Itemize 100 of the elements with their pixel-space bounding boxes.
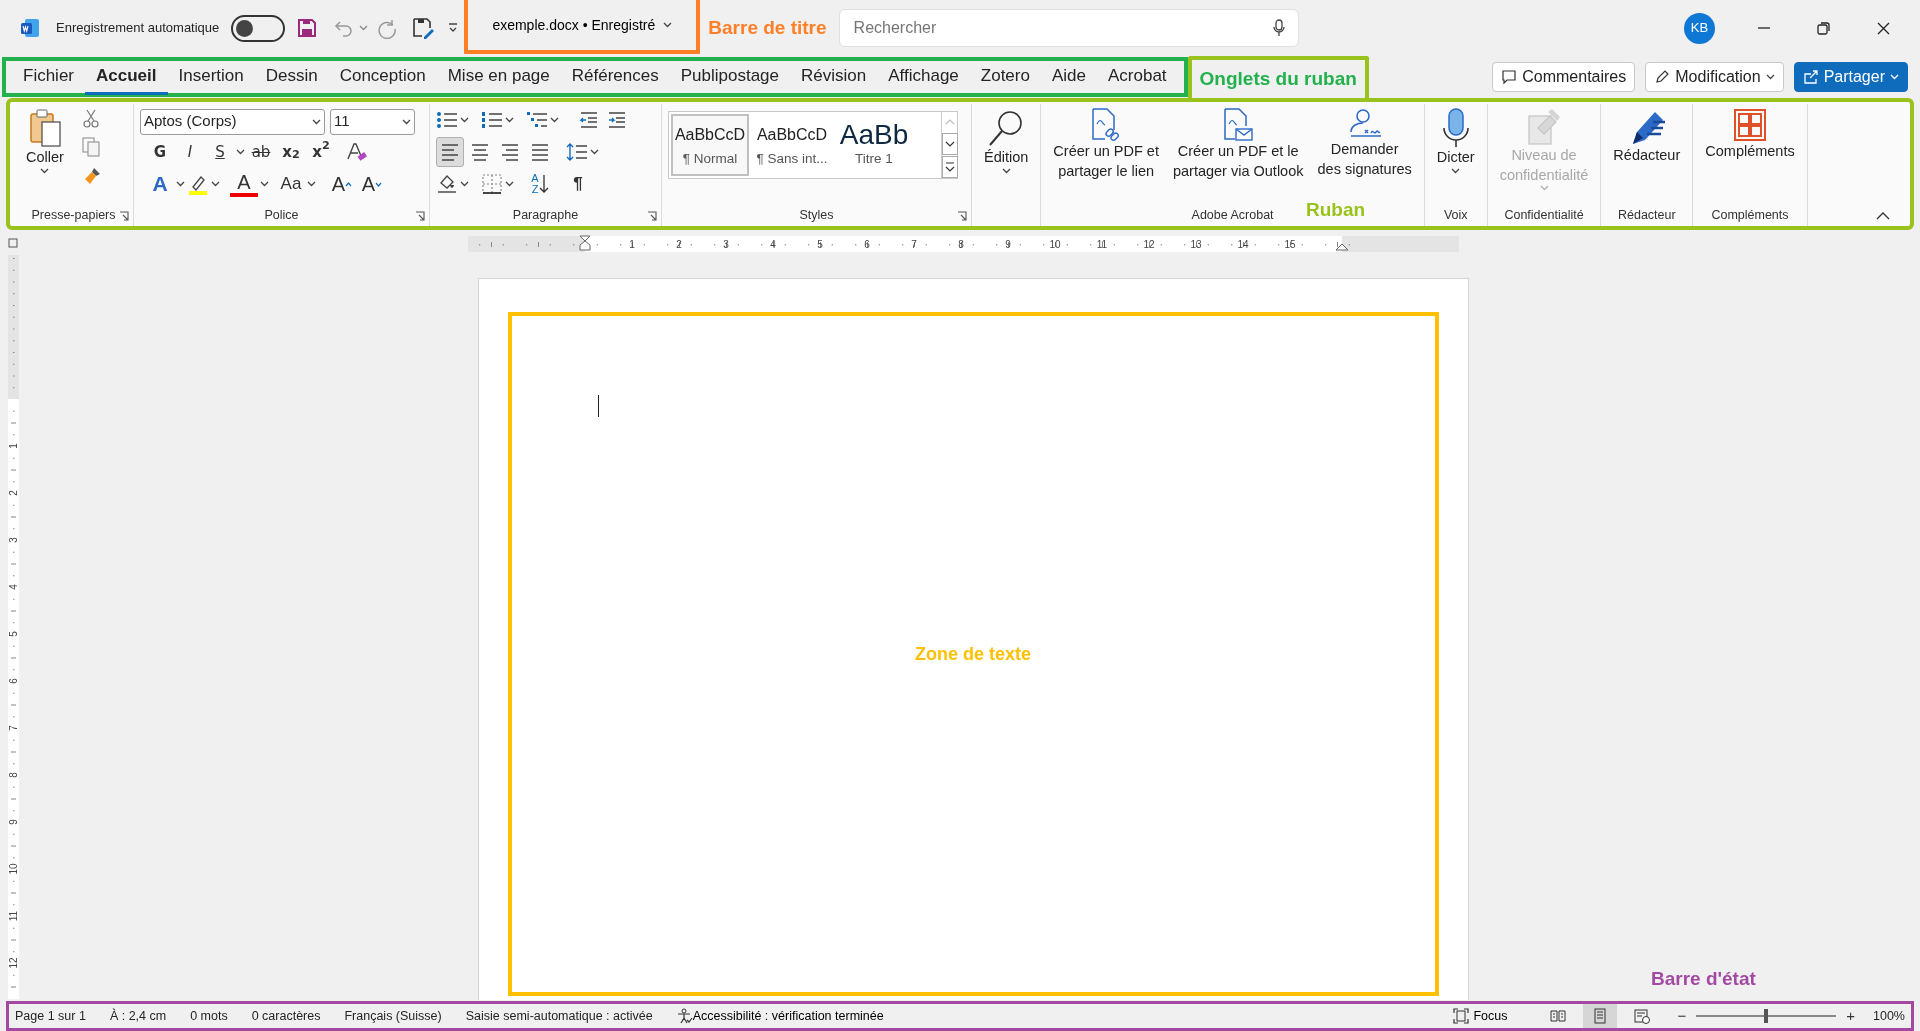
indent-marker[interactable] (1335, 243, 1349, 251)
ribbon-tab[interactable]: Révision (790, 59, 878, 95)
change-case-button[interactable]: Aa (277, 169, 305, 199)
ribbon-tab[interactable]: Publipostage (669, 59, 790, 95)
ribbon-tab[interactable]: Dessin (254, 59, 329, 95)
zoom-thumb[interactable] (1764, 1009, 1769, 1023)
font-color-button[interactable]: A (230, 171, 258, 197)
ribbon-tab[interactable]: Références (560, 59, 670, 95)
ribbon-button[interactable]: Dicter (1430, 104, 1481, 174)
microphone-icon[interactable] (1271, 19, 1286, 37)
ribbon-button[interactable]: Rédacteur (1607, 104, 1687, 166)
ribbon-tab[interactable]: Affichage (877, 59, 970, 95)
text-effects-button[interactable]: A (146, 169, 174, 199)
search-box[interactable]: Rechercher (838, 9, 1299, 47)
scissors-icon[interactable] (81, 108, 100, 128)
dialog-launcher-icon[interactable] (957, 211, 967, 221)
ribbon-button[interactable]: Créer un PDF et le partager via Outlook (1166, 104, 1310, 182)
pdf-mail-icon (1222, 108, 1255, 142)
sort-button[interactable]: A Z (526, 169, 554, 199)
ribbon-tab[interactable]: Acrobat (1096, 59, 1178, 95)
shading-icon[interactable] (436, 173, 458, 195)
align-left-button[interactable] (436, 137, 464, 167)
zoom-level[interactable]: 100% (1873, 1006, 1905, 1026)
dialog-launcher-icon[interactable] (647, 211, 657, 221)
multilevel-list-icon[interactable] (526, 110, 548, 130)
comments-button[interactable]: Commentaires (1492, 62, 1636, 92)
caret-icon[interactable] (307, 181, 316, 187)
bullet-list-icon[interactable] (436, 110, 458, 130)
line-spacing-icon[interactable] (566, 142, 588, 162)
view-button[interactable] (1583, 1004, 1618, 1028)
caret-icon[interactable] (505, 181, 514, 187)
caret-icon[interactable] (176, 181, 185, 187)
strikethrough-button[interactable]: ab (247, 137, 275, 167)
clear-formatting-icon[interactable] (345, 141, 367, 163)
autosave-toggle[interactable] (231, 14, 286, 42)
ruler-number: 11 (8, 910, 19, 922)
focus-button[interactable]: Focus (1453, 1006, 1508, 1026)
caret-icon[interactable] (590, 149, 599, 155)
ribbon-button[interactable]: Créer un PDF et partager le lien (1047, 104, 1165, 182)
caret-icon[interactable] (550, 117, 559, 123)
avatar[interactable]: KB (1684, 12, 1715, 44)
ruler-number: 12 (8, 957, 19, 969)
caret-icon[interactable] (663, 22, 673, 28)
increase-indent-icon[interactable] (607, 111, 627, 129)
share-icon (1802, 69, 1819, 85)
caret-icon[interactable] (211, 181, 220, 187)
show-formatting-button[interactable]: ¶ (564, 169, 592, 199)
ribbon-tab[interactable]: Accueil (85, 59, 168, 95)
subscript-button[interactable]: x$_{2}$ (277, 137, 305, 167)
text-cursor (597, 395, 599, 417)
caret-icon[interactable] (260, 181, 269, 187)
clipboard-icon (27, 108, 62, 148)
editing-mode-button[interactable]: Modification (1645, 62, 1784, 92)
caret-icon[interactable] (505, 117, 514, 123)
underline-button[interactable]: S (206, 137, 234, 167)
focus-icon (1453, 1008, 1470, 1024)
ribbon-button[interactable]: Demander des signatures (1311, 104, 1418, 180)
zoom-out-button[interactable]: − (1675, 1004, 1689, 1028)
indent-marker[interactable] (579, 235, 591, 251)
superscript-button[interactable]: x$^{2}$ (307, 137, 335, 167)
shrink-font-button[interactable]: A (358, 169, 386, 199)
search-input[interactable]: Rechercher (851, 15, 1272, 41)
ribbon-button[interactable]: Compléments (1699, 104, 1801, 162)
save-icon[interactable] (297, 18, 318, 38)
style-option[interactable]: AaBbCcD ¶ Normal (671, 114, 749, 176)
numbered-list-icon[interactable] (481, 110, 503, 130)
ribbon-tab[interactable]: Zotero (969, 59, 1041, 95)
restore-icon[interactable] (1815, 19, 1832, 37)
group-label: Police (264, 206, 299, 224)
collapse-ribbon-icon[interactable] (1876, 211, 1890, 220)
font-name-field[interactable]: Aptos (Corps) (140, 108, 325, 135)
ribbon-tab[interactable]: Conception (328, 59, 437, 95)
group-label: Rédacteur (1617, 206, 1676, 224)
scroll-down-icon[interactable] (942, 133, 958, 155)
ribbon-tab[interactable]: Mise en page (436, 59, 561, 95)
italic-button[interactable]: I (176, 137, 204, 167)
paste-button[interactable]: Coller (20, 104, 70, 174)
zoom-in-button[interactable]: + (1844, 1004, 1857, 1028)
ribbon-button[interactable]: Édition (978, 104, 1035, 174)
dialog-launcher-icon[interactable] (415, 211, 425, 221)
caret-icon[interactable] (460, 117, 469, 123)
tab-selector-icon[interactable] (8, 238, 18, 248)
accessibility-status[interactable]: Accessibilité : vérification terminée (676, 1006, 884, 1026)
decrease-indent-icon[interactable] (579, 111, 599, 129)
group-label: Confidentialité (1504, 206, 1584, 224)
more-styles-icon[interactable] (942, 156, 958, 178)
caret-icon[interactable] (236, 149, 245, 155)
dialog-launcher-icon[interactable] (119, 211, 129, 221)
share-button[interactable]: Partager (1793, 62, 1908, 92)
ribbon-tab[interactable]: Insertion (167, 59, 255, 95)
ribbon-tab[interactable]: Fichier (12, 59, 85, 95)
grow-font-button[interactable]: A (328, 169, 356, 199)
ruler-number: 12 (1143, 239, 1155, 250)
customize-caret-icon[interactable] (448, 23, 459, 33)
bold-button[interactable]: G (146, 137, 174, 167)
font-size-field[interactable]: 11 (330, 108, 415, 135)
borders-icon[interactable] (481, 173, 503, 195)
save-edit-icon[interactable] (412, 17, 435, 39)
ribbon-tab[interactable]: Aide (1040, 59, 1097, 95)
caret-icon[interactable] (460, 181, 469, 187)
